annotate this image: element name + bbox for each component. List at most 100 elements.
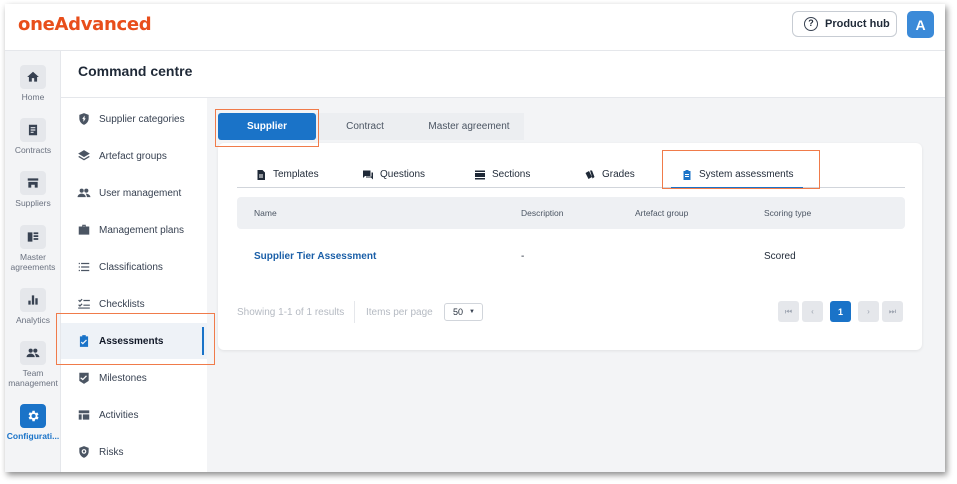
product-hub-button[interactable]: ? Product hub [792, 11, 897, 37]
results-summary: Showing 1-1 of 1 results [237, 306, 345, 318]
config-sidebar: Supplier categories Artefact groups User… [61, 98, 207, 472]
entity-tabs: Supplier Contract Master agreement [218, 113, 524, 140]
rail-label: Contracts [14, 145, 52, 155]
rail-item-analytics[interactable]: Analytics [5, 288, 61, 325]
chevron-down-icon: ▼ [469, 309, 475, 315]
tab-master-agreement[interactable]: Master agreement [414, 113, 524, 140]
tab-label: Templates [273, 169, 319, 180]
page-button-current[interactable]: 1 [830, 301, 851, 322]
briefcase-icon [78, 224, 90, 235]
sidebar-item-label: Classifications [99, 261, 163, 273]
sections-icon [475, 170, 485, 179]
document-icon [257, 169, 265, 180]
table-header: Name Description Artefact group Scoring … [237, 197, 905, 229]
sidebar-item-milestones[interactable]: Milestones [61, 360, 207, 396]
clipboard-icon [683, 169, 691, 180]
chat-icon [363, 170, 373, 179]
people-icon [20, 341, 46, 365]
sidebar-item-management-plans[interactable]: Management plans [61, 212, 207, 248]
help-circle-icon: ? [804, 17, 818, 31]
rail-item-contracts[interactable]: Contracts [5, 118, 61, 155]
main-content: Supplier Contract Master agreement Templ… [207, 98, 945, 472]
column-header-artefact-group[interactable]: Artefact group [635, 197, 688, 229]
sidebar-item-assessments[interactable]: Assessments [61, 323, 207, 359]
rail-item-master-agreements[interactable]: Master agreements [5, 225, 61, 272]
tab-label: Questions [380, 169, 426, 180]
sidebar-item-label: Assessments [99, 335, 164, 347]
tab-supplier[interactable]: Supplier [218, 113, 316, 140]
icon-rail: Home Contracts Suppliers Master agreemen… [5, 51, 61, 472]
cards-icon [585, 170, 595, 179]
first-page-button[interactable]: ⏮ [778, 301, 799, 322]
assessment-scoring-type: Scored [764, 250, 796, 262]
sidebar-item-supplier-categories[interactable]: Supplier categories [61, 101, 207, 137]
rail-item-suppliers[interactable]: Suppliers [5, 171, 61, 208]
risk-icon [79, 446, 89, 458]
people-icon [77, 188, 91, 198]
tab-label: Sections [492, 169, 531, 180]
sidebar-item-label: Milestones [99, 372, 147, 384]
table-row[interactable]: Supplier Tier Assessment - Scored [237, 241, 905, 271]
sidebar-item-user-management[interactable]: User management [61, 175, 207, 211]
rail-item-home[interactable]: Home [5, 65, 61, 102]
per-page-label: Items per page [366, 306, 433, 318]
store-icon [20, 171, 46, 195]
column-header-name[interactable]: Name [254, 197, 277, 229]
rail-item-team-management[interactable]: Team management [5, 341, 61, 388]
active-tab-underline [671, 187, 804, 189]
pagination: Showing 1-1 of 1 results Items per page … [237, 301, 905, 323]
pager-divider [354, 301, 355, 323]
app-window: oneAdvanced ? Product hub A Home Contrac… [5, 4, 945, 472]
tab-system-assessments[interactable]: System assessments [671, 161, 804, 189]
milestone-icon [79, 372, 89, 384]
column-header-description[interactable]: Description [521, 197, 564, 229]
sidebar-item-label: Activities [99, 409, 139, 421]
home-icon [20, 65, 46, 89]
sidebar-item-activities[interactable]: Activities [61, 397, 207, 433]
rail-label: Analytics [15, 315, 50, 325]
table-icon [78, 410, 90, 420]
page-title: Command centre [78, 63, 193, 79]
bar-chart-icon [20, 288, 46, 312]
rail-label: Master agreements [10, 252, 56, 272]
document-icon [20, 118, 46, 142]
sidebar-item-label: Supplier categories [99, 113, 185, 125]
assessment-description: - [521, 250, 525, 262]
sidebar-item-checklists[interactable]: Checklists [61, 286, 207, 322]
rail-label: Team management [8, 368, 58, 388]
rail-label: Suppliers [15, 198, 51, 208]
tab-questions[interactable]: Questions [362, 161, 425, 188]
prev-page-button[interactable]: ‹ [802, 301, 823, 322]
sidebar-item-classifications[interactable]: Classifications [61, 249, 207, 285]
sidebar-item-label: Checklists [99, 298, 145, 310]
rail-label: Home [21, 92, 45, 102]
per-page-value: 50 [453, 307, 464, 317]
next-page-button[interactable]: › [858, 301, 879, 322]
tab-grades[interactable]: Grades [584, 161, 635, 188]
shield-icon [79, 113, 89, 125]
assessment-tabs: Templates Questions Sections Grades Syst… [237, 161, 905, 189]
sidebar-item-label: Management plans [99, 224, 185, 236]
rail-item-configuration[interactable]: Configurati... [5, 404, 61, 441]
avatar[interactable]: A [907, 11, 934, 38]
sidebar-item-artefact-groups[interactable]: Artefact groups [61, 138, 207, 174]
active-indicator [202, 327, 204, 355]
layers-icon [78, 150, 90, 161]
top-bar: oneAdvanced ? Product hub A [5, 4, 945, 51]
assessment-name-link[interactable]: Supplier Tier Assessment [254, 241, 376, 271]
list-icon [20, 225, 46, 249]
tab-templates[interactable]: Templates [255, 161, 319, 188]
rail-label: Configurati... [6, 431, 60, 441]
tab-label: Grades [602, 169, 635, 180]
brand-logo[interactable]: oneAdvanced [18, 14, 152, 35]
sidebar-item-risks[interactable]: Risks [61, 434, 207, 470]
per-page-select[interactable]: 50 ▼ [444, 303, 483, 321]
last-page-button[interactable]: ⏭ [882, 301, 903, 322]
tab-sections[interactable]: Sections [474, 161, 530, 188]
assessments-card: Templates Questions Sections Grades Syst… [218, 143, 922, 350]
tab-contract[interactable]: Contract [316, 113, 414, 140]
list-icon [78, 262, 90, 272]
column-header-scoring-type[interactable]: Scoring type [764, 197, 811, 229]
tab-label: System assessments [699, 169, 794, 180]
clipboard-check-icon [79, 335, 89, 347]
